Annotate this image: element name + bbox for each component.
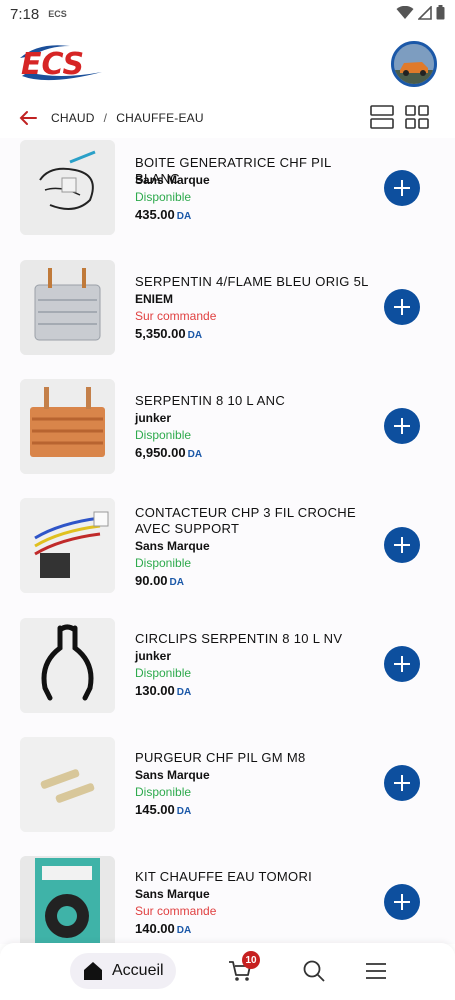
product-item[interactable]: BOITE GENERATRICE CHF PIL BLANC Sans Mar… [0,138,455,257]
product-image[interactable] [20,260,115,355]
product-price: 90.00 DA [135,573,184,588]
cart-count-badge: 10 [242,951,260,969]
product-price: 435.00 DA [135,207,191,222]
product-title[interactable]: CONTACTEUR CHP 3 FIL CROCHE AVEC SUPPORT [135,505,375,537]
product-brand: Sans Marque [135,768,210,782]
product-availability: Disponible [135,666,192,680]
nav-home-label: Accueil [112,962,164,979]
search-icon[interactable] [302,959,326,983]
signal-icon [418,5,432,20]
battery-icon [436,5,445,20]
product-availability: Disponible [135,556,192,570]
product-title[interactable]: CIRCLIPS SERPENTIN 8 10 L NV [135,631,375,647]
product-image[interactable] [20,379,115,474]
product-availability: Disponible [135,428,192,442]
price-value: 435.00 [135,207,175,222]
product-brand: Sans Marque [135,887,210,901]
plus-icon [394,180,410,196]
product-image[interactable] [20,856,115,944]
status-bar: 7:18 ECS [0,0,455,28]
grid-view-icon[interactable] [405,105,429,129]
status-time: 7:18 [10,5,40,23]
plus-icon [394,537,410,553]
add-to-cart-button[interactable] [384,765,420,801]
product-brand: junker [135,649,172,663]
product-item[interactable]: PURGEUR CHF PIL GM M8 Sans Marque Dispon… [0,733,455,852]
plus-icon [394,418,410,434]
product-price: 145.00 DA [135,802,191,817]
price-currency: DA [187,330,203,341]
plus-icon [394,894,410,910]
add-to-cart-button[interactable] [384,408,420,444]
add-to-cart-button[interactable] [384,646,420,682]
product-item[interactable]: SERPENTIN 4/FLAME BLEU ORIG 5L ENIEM Sur… [0,257,455,376]
price-value: 5,350.00 [135,326,186,341]
price-value: 6,950.00 [135,445,186,460]
product-brand: ENIEM [135,292,174,306]
product-title[interactable]: PURGEUR CHF PIL GM M8 [135,750,375,766]
price-value: 130.00 [135,683,175,698]
user-avatar[interactable] [391,41,437,87]
add-to-cart-button[interactable] [384,289,420,325]
add-to-cart-button[interactable] [384,884,420,920]
price-currency: DA [176,211,192,222]
product-brand: Sans Marque [135,539,210,553]
plus-icon [394,656,410,672]
product-title[interactable]: SERPENTIN 8 10 L ANC [135,393,375,409]
price-currency: DA [169,577,184,588]
plus-icon [394,299,410,315]
product-title[interactable]: SERPENTIN 4/FLAME BLEU ORIG 5L [135,274,375,290]
wifi-icon [396,5,414,19]
product-price: 6,950.00 DA [135,445,202,460]
product-item[interactable]: CONTACTEUR CHP 3 FIL CROCHE AVEC SUPPORT… [0,495,455,614]
breadcrumb-current: CHAUFFE-EAU [116,111,204,125]
price-currency: DA [176,806,192,817]
product-availability: Sur commande [135,309,217,323]
breadcrumb-separator: / [103,111,108,125]
product-brand: junker [135,411,172,425]
product-brand: Sans Marque [135,173,210,187]
product-price: 140.00 DA [135,921,191,936]
price-value: 140.00 [135,921,175,936]
product-image[interactable] [20,618,115,713]
product-item[interactable]: KIT CHAUFFE EAU TOMORI Sans Marque Sur c… [0,852,455,944]
product-list[interactable]: BOITE GENERATRICE CHF PIL BLANC Sans Mar… [0,138,455,944]
menu-icon[interactable] [364,959,388,983]
product-item[interactable]: CIRCLIPS SERPENTIN 8 10 L NV junker Disp… [0,614,455,733]
product-availability: Disponible [135,785,192,799]
add-to-cart-button[interactable] [384,527,420,563]
home-icon [84,962,102,980]
plus-icon [394,775,410,791]
breadcrumb: CHAUD / CHAUFFE-EAU [51,111,204,125]
product-availability: Disponible [135,190,192,204]
product-image[interactable] [20,140,115,235]
product-title[interactable]: KIT CHAUFFE EAU TOMORI [135,869,375,885]
back-arrow-icon[interactable] [18,109,38,127]
bottom-nav: Accueil 10 [0,943,455,1000]
price-currency: DA [176,925,192,936]
product-availability: Sur commande [135,904,217,918]
price-currency: DA [176,687,192,698]
breadcrumb-bar: CHAUD / CHAUFFE-EAU [0,100,455,136]
product-price: 130.00 DA [135,683,191,698]
product-image[interactable] [20,498,115,593]
product-price: 5,350.00 DA [135,326,202,341]
add-to-cart-button[interactable] [384,170,420,206]
price-value: 90.00 [135,573,168,588]
app-header: ECS [0,28,455,100]
product-image[interactable] [20,737,115,832]
price-value: 145.00 [135,802,175,817]
list-view-icon[interactable] [370,105,394,129]
price-currency: DA [187,449,203,460]
status-app-name: ECS [48,9,67,19]
status-icons [396,5,445,20]
breadcrumb-parent[interactable]: CHAUD [51,111,95,125]
ecs-logo[interactable]: ECS [18,40,104,86]
nav-home-button[interactable]: Accueil [70,953,176,989]
product-item[interactable]: SERPENTIN 8 10 L ANC junker Disponible 6… [0,376,455,495]
svg-text:ECS: ECS [21,47,84,82]
